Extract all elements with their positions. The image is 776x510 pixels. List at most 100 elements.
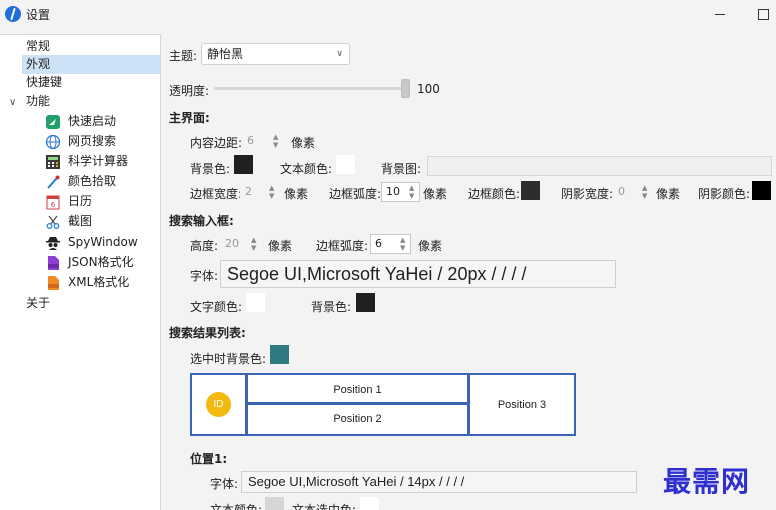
padding-label: 内容边距: xyxy=(190,136,243,150)
preview-icon-cell[interactable]: ID xyxy=(192,375,248,434)
border-radius-value: 10 xyxy=(386,185,400,198)
border-radius-label: 边框弧度: xyxy=(329,187,382,201)
border-radius-spinner[interactable]: 10 ▲ ▼ xyxy=(381,182,420,202)
nav-web-search[interactable]: 网页搜索 xyxy=(45,132,159,151)
search-box-heading: 搜索输入框: xyxy=(169,214,234,228)
search-bg-color-swatch[interactable] xyxy=(356,293,375,312)
settings-nav-tree: 常规 外观 快捷键 ∨ 功能 快速启动 网页搜索 科学计算器 颜色拾取 6 日历… xyxy=(0,34,161,510)
text-color-swatch[interactable] xyxy=(336,155,355,174)
xml-file-icon xyxy=(45,275,61,291)
nav-features[interactable]: 功能 xyxy=(22,92,160,111)
bg-image-field[interactable] xyxy=(427,156,772,176)
border-color-swatch[interactable] xyxy=(521,181,540,200)
padding-unit: 像素 xyxy=(291,136,316,150)
position1-font-label: 字体: xyxy=(210,477,239,491)
spinner-arrows-icon[interactable]: ▲ ▼ xyxy=(640,183,652,201)
appearance-settings-panel: 主题: 静怡黑 ∨ 透明度: 100 主界面: 内容边距: 6 ▲ ▼ 像素 背景… xyxy=(161,34,776,510)
position1-selected-text-color-swatch[interactable] xyxy=(360,497,379,510)
search-font-label: 字体: xyxy=(190,269,219,283)
position1-selected-text-color-label: 文本选中色: xyxy=(292,503,357,510)
search-text-color-swatch[interactable] xyxy=(246,293,265,312)
maximize-button[interactable] xyxy=(753,5,773,23)
nav-appearance[interactable]: 外观 xyxy=(22,55,160,74)
theme-select[interactable]: 静怡黑 ∨ xyxy=(201,43,350,65)
shadow-width-label: 阴影宽度: xyxy=(561,187,614,201)
border-width-spinner[interactable]: 2 ▲ ▼ xyxy=(240,182,280,202)
nav-calendar[interactable]: 6 日历 xyxy=(45,192,159,211)
search-radius-spinner[interactable]: 6 ▲ ▼ xyxy=(370,234,411,254)
search-font-field[interactable]: Segoe UI,Microsoft YaHei / 20px / / / / xyxy=(220,260,616,288)
rocket-icon xyxy=(45,114,61,130)
nav-about[interactable]: 关于 xyxy=(22,294,160,313)
nav-label: 功能 xyxy=(26,94,51,108)
nav-screenshot[interactable]: 截图 xyxy=(45,212,159,231)
id-badge: ID xyxy=(206,392,231,417)
spinner-arrows-icon[interactable]: ▲ ▼ xyxy=(271,132,283,150)
nav-label: SpyWindow xyxy=(68,235,138,249)
window-title: 设置 xyxy=(26,8,51,22)
spinner-arrows-icon[interactable]: ▲ ▼ xyxy=(249,235,261,253)
watermark: 最需网 xyxy=(663,465,751,498)
bg-color-swatch[interactable] xyxy=(234,155,253,174)
nav-label: 颜色拾取 xyxy=(68,174,117,188)
position1-text-color-label: 文本颜色: xyxy=(210,503,263,510)
padding-value: 6 xyxy=(247,134,254,147)
chevron-down-icon: ∨ xyxy=(336,49,343,59)
eyedropper-icon xyxy=(45,174,61,190)
position1-font-value: Segoe UI,Microsoft YaHei / 14px / / / / xyxy=(248,474,465,489)
nav-xml-format[interactable]: XML格式化 xyxy=(45,273,159,292)
opacity-value: 100 xyxy=(417,82,440,96)
json-file-icon xyxy=(45,255,61,271)
opacity-slider-thumb[interactable] xyxy=(401,79,410,98)
calculator-icon xyxy=(45,154,61,170)
search-height-spinner[interactable]: 20 ▲ ▼ xyxy=(220,234,262,254)
nav-hotkeys[interactable]: 快捷键 xyxy=(22,73,160,92)
position1-font-field[interactable]: Segoe UI,Microsoft YaHei / 14px / / / / xyxy=(241,471,637,493)
nav-label: XML格式化 xyxy=(68,275,130,289)
nav-label: 日历 xyxy=(68,194,93,208)
position1-text-color-swatch[interactable] xyxy=(265,497,284,510)
position-2-label: Position 2 xyxy=(333,413,382,425)
calendar-day: 6 xyxy=(51,201,56,209)
nav-spywindow[interactable]: SpyWindow xyxy=(45,233,159,252)
shadow-color-swatch[interactable] xyxy=(752,181,771,200)
spinner-arrows-icon[interactable]: ▲ ▼ xyxy=(407,183,419,201)
globe-icon xyxy=(45,134,61,150)
nav-general[interactable]: 常规 xyxy=(22,37,160,56)
nav-label: 快速启动 xyxy=(68,114,117,128)
nav-label: 外观 xyxy=(26,57,51,71)
bg-color-label: 背景色: xyxy=(190,162,231,176)
shadow-width-value: 0 xyxy=(618,185,625,198)
shadow-color-label: 阴影颜色: xyxy=(698,187,751,201)
preview-position-2[interactable]: Position 2 xyxy=(248,405,470,434)
spinner-arrows-icon[interactable]: ▲ ▼ xyxy=(398,235,410,253)
nav-label: 截图 xyxy=(68,214,93,228)
preview-position-1[interactable]: Position 1 xyxy=(248,375,470,405)
nav-json-format[interactable]: JSON格式化 xyxy=(45,253,159,272)
search-height-label: 高度: xyxy=(190,239,219,253)
selected-bg-swatch[interactable] xyxy=(270,345,289,364)
minimize-button[interactable] xyxy=(711,5,731,23)
nav-label: JSON格式化 xyxy=(68,255,134,269)
border-color-label: 边框颜色: xyxy=(468,187,521,201)
chevron-down-icon[interactable]: ∨ xyxy=(9,97,16,108)
nav-label: 常规 xyxy=(26,39,51,53)
nav-label: 关于 xyxy=(26,296,51,310)
preview-position-3[interactable]: Position 3 xyxy=(470,375,574,434)
scissors-icon xyxy=(45,214,61,230)
shadow-width-spinner[interactable]: 0 ▲ ▼ xyxy=(613,182,653,202)
nav-quick-launch[interactable]: 快速启动 xyxy=(45,112,159,131)
padding-spinner[interactable]: 6 ▲ ▼ xyxy=(242,131,284,151)
calendar-icon: 6 xyxy=(45,194,61,210)
theme-value: 静怡黑 xyxy=(207,47,244,61)
spinner-arrows-icon[interactable]: ▲ ▼ xyxy=(267,183,279,201)
border-width-label: 边框宽度: xyxy=(190,187,243,201)
main-ui-heading: 主界面: xyxy=(169,111,210,125)
border-radius-unit: 像素 xyxy=(423,187,448,201)
search-font-value: Segoe UI,Microsoft YaHei / 20px / / / / xyxy=(227,264,527,284)
selected-bg-label: 选中时背景色: xyxy=(190,352,267,366)
nav-color-picker[interactable]: 颜色拾取 xyxy=(45,172,159,191)
opacity-slider[interactable] xyxy=(214,87,410,90)
nav-calculator[interactable]: 科学计算器 xyxy=(45,152,159,171)
app-icon xyxy=(5,6,21,22)
